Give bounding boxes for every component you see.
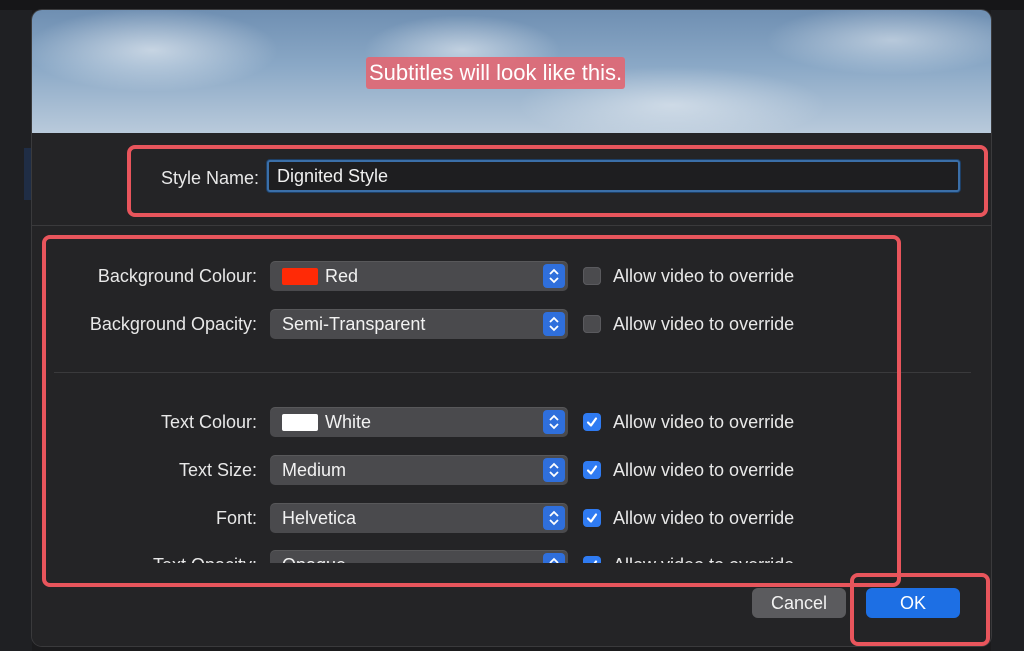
background-window-left (0, 10, 32, 651)
background-window-right (991, 10, 1024, 651)
highlight-settings (42, 235, 901, 587)
highlight-style-name (127, 145, 988, 217)
highlight-ok-button (850, 573, 990, 646)
cancel-button[interactable]: Cancel (752, 588, 846, 618)
background-selection-edge (24, 148, 32, 200)
background-window-strip (0, 0, 1024, 10)
